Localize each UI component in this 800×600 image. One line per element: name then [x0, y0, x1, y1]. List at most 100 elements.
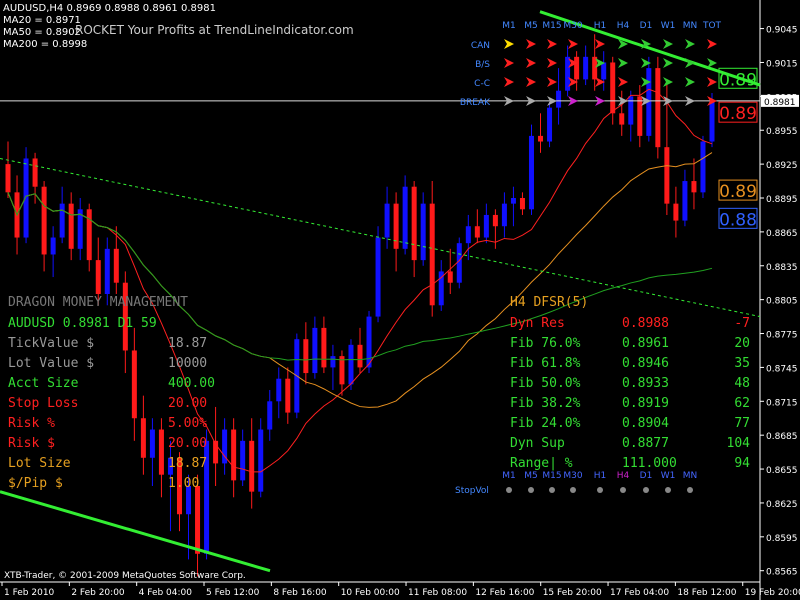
signal-arrow-icon [504, 39, 514, 49]
y-tick-label: 0.8715 [766, 398, 798, 408]
bull-candle [267, 401, 273, 430]
bear-candle [691, 181, 697, 193]
x-tick-label: 1 Feb 2010 [4, 588, 55, 598]
dfsr-pips: 62 [734, 396, 750, 411]
stopvol-timeframe-label: W1 [661, 471, 676, 481]
signal-arrow-icon [641, 58, 651, 68]
bull-candle [276, 378, 282, 402]
x-tick-label: 10 Feb 00:00 [341, 588, 400, 598]
stopvol-timeframe-label: H4 [617, 471, 630, 481]
lower-trendline [0, 490, 271, 573]
bear-candle [249, 440, 255, 492]
bear-candle [131, 350, 137, 419]
signal-arrow-icon [685, 77, 695, 87]
y-tick-label: 0.9015 [766, 59, 798, 69]
stopvol-dot [528, 487, 534, 493]
bear-candle [429, 203, 435, 306]
signal-arrow-icon [526, 58, 536, 68]
bull-candle [312, 327, 318, 374]
dfsr-value: 0.8946 [622, 356, 669, 371]
money-panel-label: Stop Loss [8, 396, 78, 411]
stopvol-timeframe-label: H1 [594, 471, 607, 481]
bear-candle [158, 429, 164, 475]
y-tick-label: 0.8745 [766, 364, 798, 374]
ma20-line [7, 88, 713, 473]
signal-arrow-icon [707, 77, 717, 87]
dfsr-label: Fib 76.0% [510, 336, 581, 351]
current-price-label: 0.8981 [764, 98, 796, 108]
signal-arrow-icon [595, 39, 605, 49]
dfsr-label: Fib 24.0% [510, 416, 581, 431]
signal-arrow-icon [663, 77, 673, 87]
bull-candle [384, 203, 390, 238]
y-tick-label: 0.8655 [766, 466, 798, 476]
stopvol-dot [620, 487, 626, 493]
bear-candle [673, 203, 679, 221]
money-panel-value: 10000 [168, 356, 207, 371]
bear-candle [285, 378, 291, 413]
stopvol-dot [570, 487, 576, 493]
indicator-timeframe-label: TOT [702, 21, 722, 31]
bull-candle [510, 198, 516, 204]
indicator-timeframe-label: M1 [502, 21, 516, 31]
y-tick-label: 0.8805 [766, 297, 798, 307]
bear-candle [113, 248, 119, 283]
price-chart[interactable]: 0.90450.90150.89850.89550.89250.88950.88… [0, 0, 800, 600]
dfsr-value: 111.000 [622, 456, 677, 471]
y-tick-label: 0.8955 [766, 127, 798, 137]
money-panel-label: AUDUSD 0.8981 D1 59 [8, 316, 157, 331]
money-panel-label: Risk % [8, 416, 55, 431]
money-panel-label: Lot Size [8, 456, 71, 471]
signal-arrow-icon [547, 58, 557, 68]
price-level-label: 0.89 [719, 182, 757, 202]
stopvol-timeframe-label: M30 [563, 471, 582, 481]
signal-arrow-icon [504, 77, 514, 87]
bear-candle [86, 209, 92, 261]
money-panel-value: 20.00 [168, 396, 207, 411]
bull-candle [700, 141, 706, 193]
bull-candle [149, 429, 155, 458]
bear-candle [664, 147, 670, 204]
y-tick-label: 0.8625 [766, 500, 798, 510]
stopvol-timeframe-label: M1 [502, 471, 516, 481]
y-tick-label: 0.8565 [766, 568, 798, 578]
money-panel-value: 5.00% [168, 416, 207, 431]
bear-candle [519, 198, 525, 210]
signal-arrow-icon [547, 39, 557, 49]
money-panel-label: Acct Size [8, 376, 79, 391]
dfsr-label: Dyn Res [510, 316, 565, 331]
money-panel-label: TickValue $ [8, 336, 94, 351]
bull-candle [366, 316, 372, 368]
bear-candle [231, 429, 237, 481]
bull-candle [420, 203, 426, 261]
stopvol-dot [506, 487, 512, 493]
dfsr-pips: 20 [734, 336, 750, 351]
stopvol-timeframe-label: D1 [640, 471, 653, 481]
bear-candle [140, 418, 146, 458]
dfsr-pips: 35 [734, 356, 750, 371]
signal-arrow-icon [663, 58, 673, 68]
stopvol-timeframe-label: MN [683, 471, 698, 481]
bear-candle [447, 271, 453, 283]
money-panel-value: 1.00 [168, 476, 199, 491]
bull-candle [601, 62, 607, 80]
indicator-timeframe-label: H4 [617, 21, 630, 31]
indicator-timeframe-label: H1 [594, 21, 607, 31]
bear-candle [195, 486, 201, 554]
stopvol-timeframe-label: M5 [524, 471, 538, 481]
indicator-row-label: BREAK [460, 98, 491, 108]
dfsr-label: Fib 61.8% [510, 356, 581, 371]
signal-arrow-icon [504, 58, 514, 68]
dfsr-pips: 48 [734, 376, 750, 391]
bear-candle [619, 113, 625, 125]
money-panel-title: DRAGON MONEY MANAGEMENT [8, 295, 188, 310]
bull-candle [456, 243, 462, 283]
signal-arrow-icon [663, 39, 673, 49]
y-tick-label: 0.8865 [766, 229, 798, 239]
bull-candle [528, 135, 534, 210]
y-tick-label: 0.8925 [766, 161, 798, 171]
bull-candle [59, 203, 65, 238]
bear-candle [538, 135, 544, 142]
signal-arrow-icon [568, 39, 578, 49]
bull-candle [402, 186, 408, 249]
